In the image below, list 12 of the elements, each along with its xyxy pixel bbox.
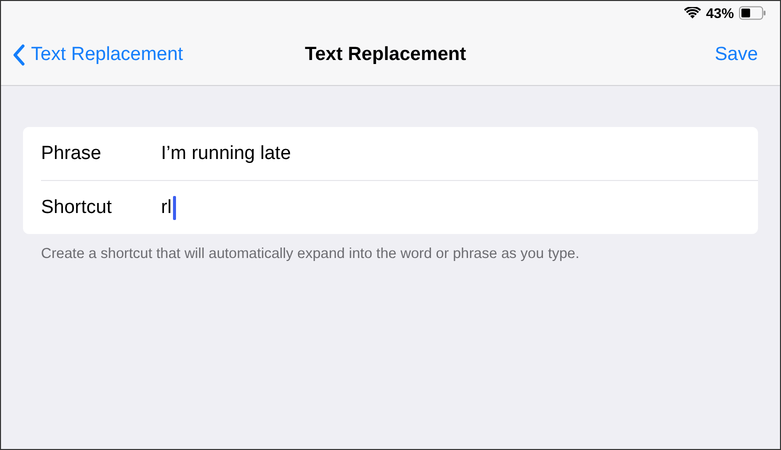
wifi-icon bbox=[684, 7, 701, 19]
save-button[interactable]: Save bbox=[714, 44, 758, 66]
back-button[interactable]: Text Replacement bbox=[13, 44, 184, 66]
input-field[interactable]: rl bbox=[161, 181, 758, 234]
back-chevron-icon bbox=[13, 44, 25, 66]
input-field[interactable]: I’m running late bbox=[161, 127, 758, 180]
footer-hint: Create a shortcut that will automatically expand into the word or phrase as you type. bbox=[41, 246, 580, 262]
battery-icon bbox=[739, 6, 766, 20]
battery-percentage: 43% bbox=[706, 5, 734, 21]
field-label: Phrase bbox=[41, 142, 102, 164]
nav-title: Text Replacement bbox=[304, 44, 466, 66]
field-label: Shortcut bbox=[41, 196, 113, 218]
